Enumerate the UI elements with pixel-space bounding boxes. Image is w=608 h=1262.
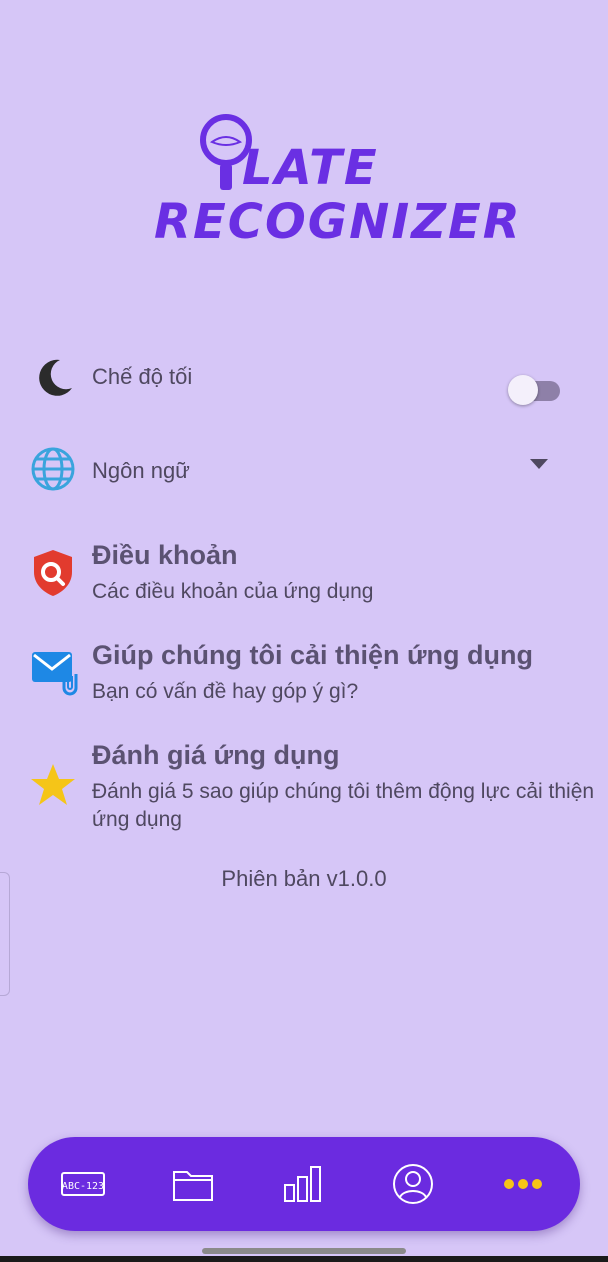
dark-mode-toggle[interactable] <box>508 375 562 405</box>
system-home-indicator[interactable] <box>202 1248 406 1254</box>
language-label: Ngôn ngữ <box>92 458 190 483</box>
feedback-subtitle: Bạn có vấn đề hay góp ý gì? <box>92 680 359 703</box>
license-plate-icon: ABC-123 <box>61 1172 105 1196</box>
folder-icon <box>173 1171 213 1201</box>
logo-text-line1: LATE <box>242 140 379 196</box>
rate-app-title: Đánh giá ứng dụng <box>92 740 340 770</box>
globe-icon <box>30 446 78 494</box>
terms-subtitle: Các điều khoản của ứng dụng <box>92 580 374 603</box>
bottom-edge <box>0 1256 608 1262</box>
rate-app-item[interactable]: Đánh giá ứng dụng Đánh giá 5 sao giúp ch… <box>0 738 608 838</box>
rate-app-subtitle: Đánh giá 5 sao giúp chúng tôi thêm động … <box>92 780 595 831</box>
chevron-down-icon[interactable] <box>530 459 548 469</box>
nav-profile-button[interactable] <box>388 1159 438 1209</box>
nav-license-plate-button[interactable]: ABC-123 <box>58 1159 108 1209</box>
terms-item[interactable]: Điều khoản Các điều khoản của ứng dụng <box>0 538 608 608</box>
star-icon <box>30 762 78 810</box>
language-row[interactable]: Ngôn ngữ <box>0 444 608 498</box>
moon-icon <box>30 354 78 402</box>
terms-title: Điều khoản <box>92 540 238 570</box>
dark-mode-label: Chế độ tối <box>92 364 193 389</box>
plate-text: ABC-123 <box>62 1181 104 1192</box>
feedback-title: Giúp chúng tôi cải thiện ứng dụng <box>92 640 534 670</box>
mail-attachment-icon <box>30 648 78 696</box>
app-logo: LATE RECOGNIZER <box>150 112 520 252</box>
logo-text-line2: RECOGNIZER <box>154 194 522 250</box>
shield-search-icon <box>30 548 78 596</box>
nav-statistics-button[interactable] <box>278 1159 328 1209</box>
feedback-item[interactable]: Giúp chúng tôi cải thiện ứng dụng Bạn có… <box>0 638 608 708</box>
version-text: Phiên bản v1.0.0 <box>221 866 387 891</box>
toggle-thumb <box>508 375 538 405</box>
nav-more-button[interactable] <box>498 1159 548 1209</box>
profile-icon <box>393 1164 433 1204</box>
bar-chart-icon <box>284 1166 321 1202</box>
nav-folder-button[interactable] <box>168 1159 218 1209</box>
more-dots-icon <box>504 1179 542 1189</box>
bottom-navigation-bar: ABC-123 <box>28 1137 580 1231</box>
